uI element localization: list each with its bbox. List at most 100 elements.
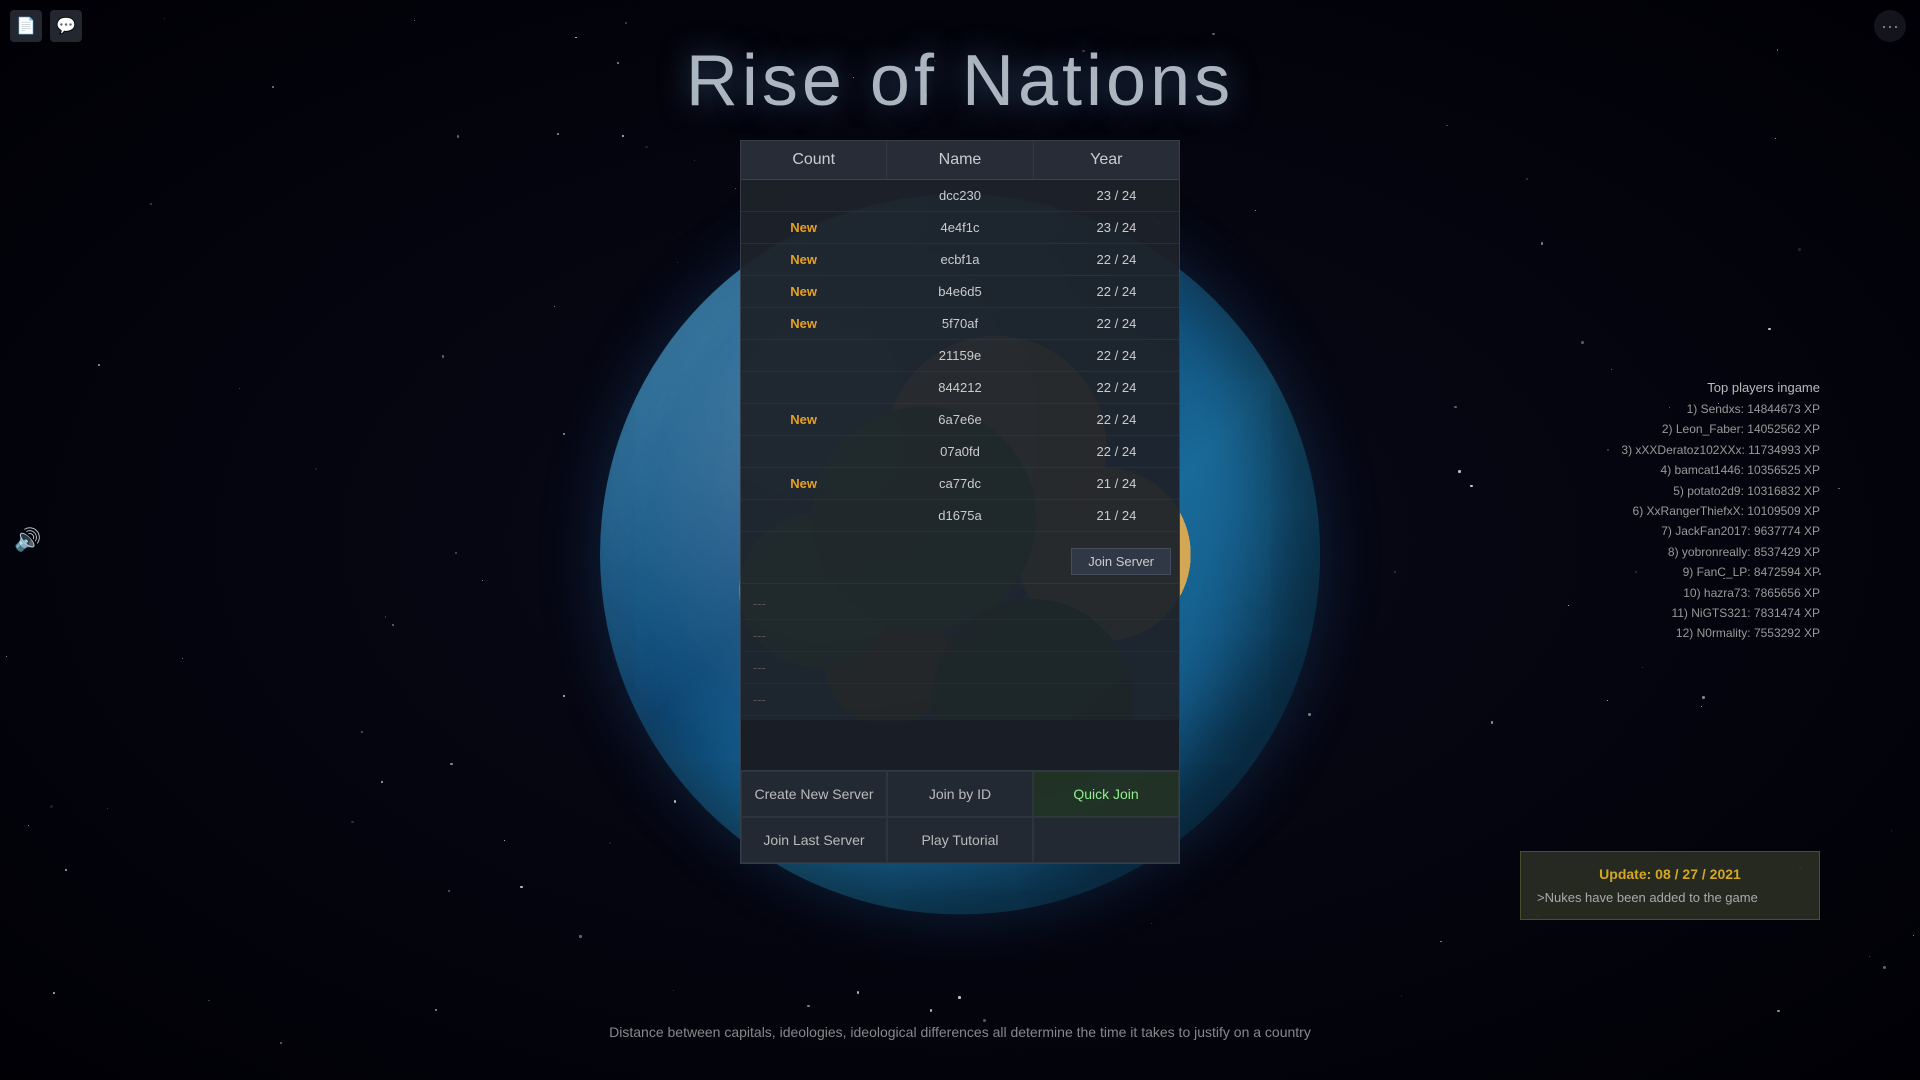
star [239,388,240,389]
star [504,840,505,841]
star [442,355,445,358]
star [435,1009,437,1011]
star [983,1019,986,1022]
play-tutorial-button[interactable]: Play Tutorial [887,817,1033,863]
star [392,624,394,626]
star [450,763,452,765]
volume-icon[interactable]: 🔊 [14,527,41,553]
table-row[interactable]: d1675a 21 / 24 [741,500,1179,532]
star [575,37,576,38]
row-name: 5f70af [866,316,1054,331]
row-year: 22 / 24 [1054,348,1179,363]
table-row[interactable]: 21159e 22 / 24 [741,340,1179,372]
star [351,821,353,823]
star [1768,328,1771,331]
star [1446,125,1447,126]
table-row[interactable]: dcc230 23 / 24 [741,180,1179,212]
row-year: 23 / 24 [1054,188,1179,203]
row-name: 21159e [866,348,1054,363]
row-name: dcc230 [866,188,1054,203]
row-count: New [741,284,866,299]
player-list: 1) Sendxs: 14844673 XP2) Leon_Faber: 140… [1520,399,1820,644]
star [455,552,457,554]
star [1440,941,1441,942]
update-panel: Update: 08 / 27 / 2021 >Nukes have been … [1520,851,1820,920]
star [609,842,611,844]
table-row[interactable]: New ecbf1a 22 / 24 [741,244,1179,276]
row-year: 22 / 24 [1054,284,1179,299]
row-name: 07a0fd [866,444,1054,459]
star [1541,242,1543,244]
star [1454,406,1457,409]
table-row[interactable]: New ca77dc 21 / 24 [741,468,1179,500]
star [625,22,627,24]
star [645,146,648,149]
player-entry: 8) yobronreally: 8537429 XP [1520,542,1820,562]
star [457,135,459,137]
star [1775,138,1776,139]
player-entry: 11) NiGTS321: 7831474 XP [1520,603,1820,623]
player-entry: 4) bamcat1446: 10356525 XP [1520,460,1820,480]
top-bar: 📄 💬 [10,10,82,42]
game-title: Rise of Nations [686,40,1234,122]
row-name: 6a7e6e [866,412,1054,427]
header-count: Count [741,141,887,179]
update-text: >Nukes have been added to the game [1537,890,1803,905]
table-body: dcc230 23 / 24 New 4e4f1c 23 / 24 New ec… [741,180,1179,540]
player-entry: 3) xXXDeratoz102XXx: 11734993 XP [1520,440,1820,460]
table-row[interactable]: 844212 22 / 24 [741,372,1179,404]
star [557,133,560,136]
header-name: Name [887,141,1033,179]
star [1491,721,1493,723]
star [164,18,165,19]
document-icon[interactable]: 📄 [10,10,42,42]
star [50,805,52,807]
star [182,658,183,659]
player-entry: 2) Leon_Faber: 14052562 XP [1520,419,1820,439]
empty-cell [1033,817,1179,863]
table-row[interactable]: New 5f70af 22 / 24 [741,308,1179,340]
row-count: New [741,252,866,267]
star [1212,33,1215,36]
row-count: New [741,316,866,331]
player-entry: 6) XxRangerThiefxX: 10109509 XP [1520,501,1820,521]
row-name: 844212 [866,380,1054,395]
create-new-server-button[interactable]: Create New Server [741,771,887,817]
join-by-id-button[interactable]: Join by ID [887,771,1033,817]
chat-icon[interactable]: 💬 [50,10,82,42]
star [385,616,386,617]
table-row[interactable]: New 6a7e6e 22 / 24 [741,404,1179,436]
join-last-server-button[interactable]: Join Last Server [741,817,887,863]
join-server-button[interactable]: Join Server [1071,548,1171,575]
quick-join-button[interactable]: Quick Join [1033,771,1179,817]
star [1869,956,1870,957]
menu-dots-icon[interactable]: ··· [1874,10,1906,42]
star [482,580,483,581]
player-entry: 5) potato2d9: 10316832 XP [1520,481,1820,501]
table-row[interactable]: 07a0fd 22 / 24 [741,436,1179,468]
bottom-info-text: Distance between capitals, ideologies, i… [609,1024,1311,1040]
row-year: 21 / 24 [1054,476,1179,491]
star [1891,830,1893,832]
row-year: 21 / 24 [1054,508,1179,523]
star [674,800,676,802]
row-year: 22 / 24 [1054,444,1179,459]
table-row[interactable]: New b4e6d5 22 / 24 [741,276,1179,308]
star [1470,485,1472,487]
star [107,808,108,809]
star [857,991,860,994]
table-row[interactable]: New 4e4f1c 23 / 24 [741,212,1179,244]
bottom-buttons: Create New Server Join by ID Quick Join … [741,770,1179,863]
row-name: d1675a [866,508,1054,523]
star [361,731,363,733]
row-count: New [741,220,866,235]
star [1581,341,1584,344]
star [1611,369,1612,370]
star [694,160,695,161]
row-count: New [741,476,866,491]
star [315,468,317,470]
table-row[interactable]: New fd5c9d 21 / 24 [741,532,1179,540]
star [673,990,674,991]
star [958,996,961,999]
row-year: 22 / 24 [1054,316,1179,331]
